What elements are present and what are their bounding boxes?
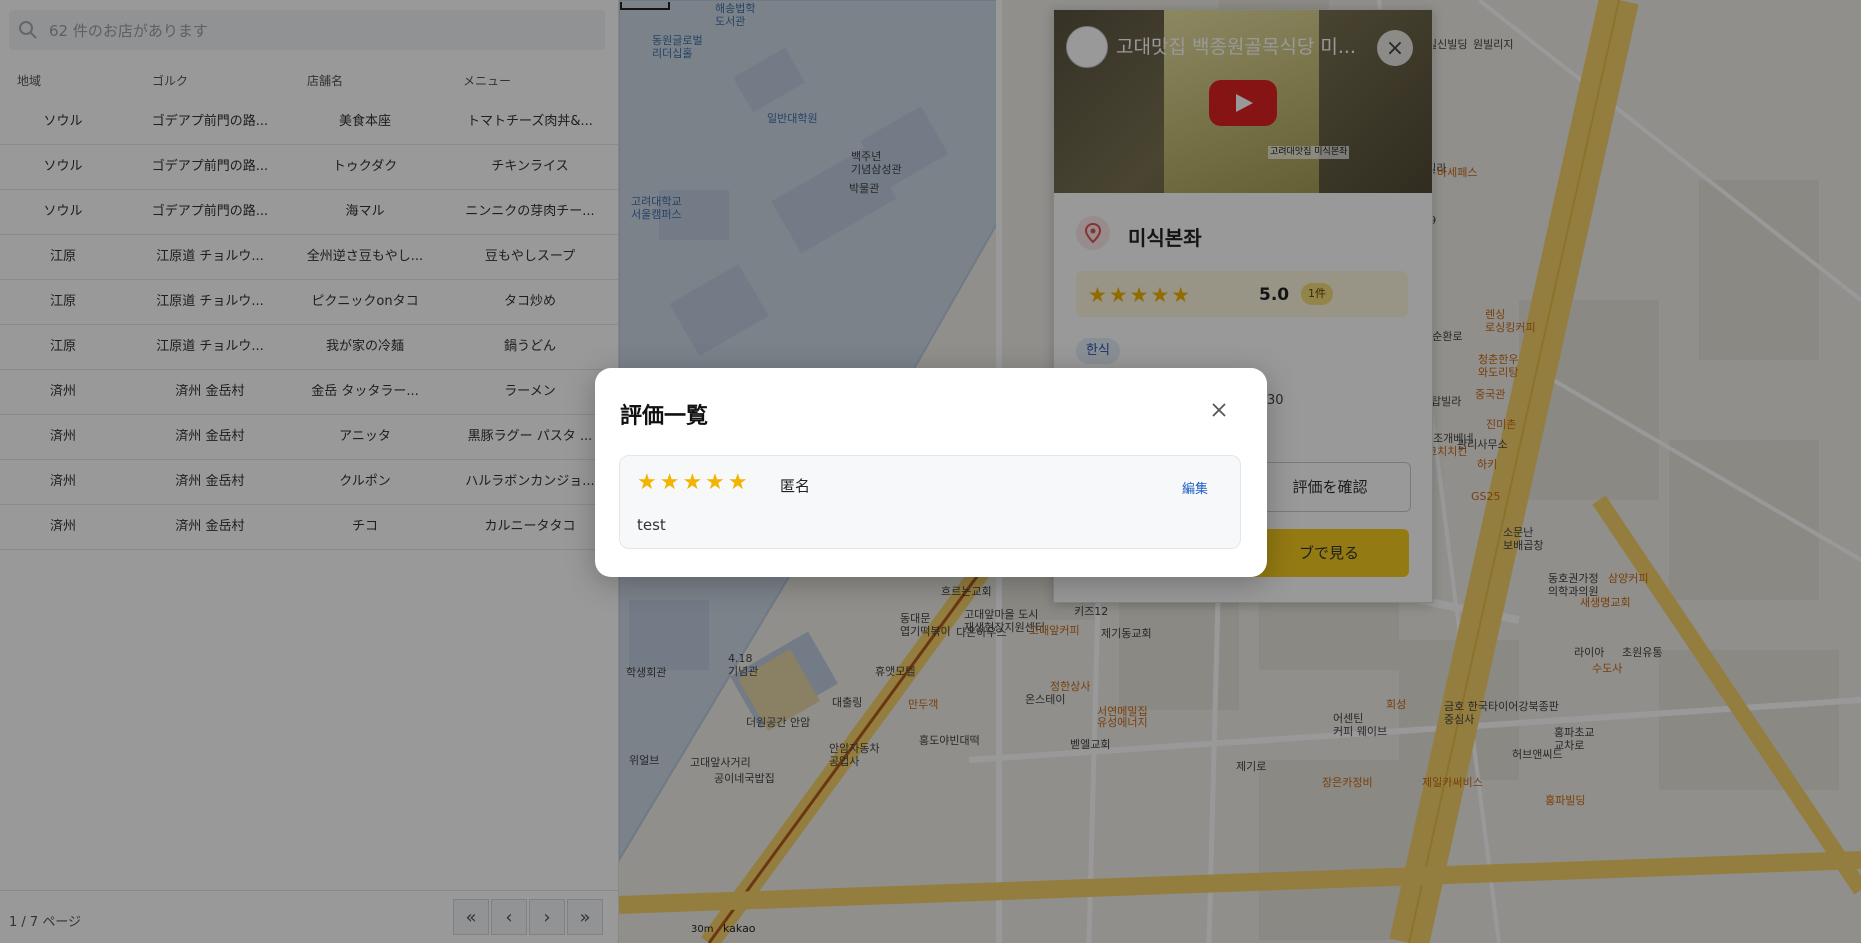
close-modal-button[interactable] <box>1207 398 1231 422</box>
edit-review-link[interactable]: 編集 <box>1182 478 1208 497</box>
modal-title: 評価一覧 <box>620 404 709 429</box>
review-list-modal: 評価一覧 ★★★★★ 匿名 編集 test <box>595 368 1267 577</box>
close-icon <box>1212 403 1226 417</box>
review-author: 匿名 <box>780 477 811 495</box>
review-stars-icon: ★★★★★ <box>637 470 751 495</box>
review-item: ★★★★★ 匿名 編集 test <box>619 455 1241 549</box>
review-text: test <box>637 516 666 534</box>
